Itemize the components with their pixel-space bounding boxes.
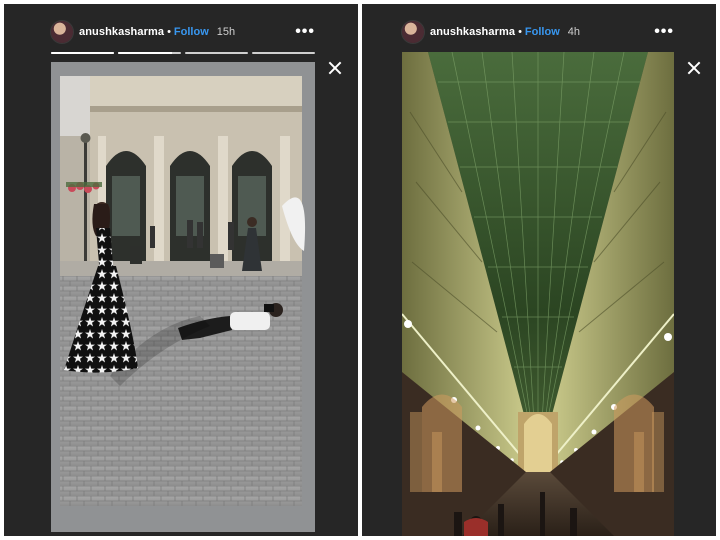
close-icon[interactable]: [686, 60, 702, 76]
progress-fill: [51, 52, 114, 54]
progress-segment: [185, 52, 248, 54]
follow-button[interactable]: Follow: [525, 26, 560, 38]
story-progress-bar: [51, 52, 315, 54]
street-photo: [51, 62, 315, 532]
username[interactable]: anushkasharma: [79, 26, 164, 38]
progress-segment: [118, 52, 181, 54]
story-header: anushkasharma • Follow 4h •••: [402, 20, 674, 44]
progress-segment: [51, 52, 114, 54]
username[interactable]: anushkasharma: [430, 26, 515, 38]
more-options-icon[interactable]: •••: [654, 24, 674, 40]
post-time: 4h: [567, 26, 580, 38]
separator-dot: •: [518, 26, 522, 38]
progress-segment: [252, 52, 315, 54]
progress-fill: [118, 52, 172, 54]
avatar[interactable]: [402, 21, 424, 43]
post-time: 15h: [216, 26, 236, 38]
follow-button[interactable]: Follow: [174, 26, 209, 38]
separator-dot: •: [167, 26, 171, 38]
arcade-photo: [402, 52, 674, 536]
story-image: [402, 52, 674, 536]
story-panel-left: anushkasharma • Follow 15h •••: [4, 4, 358, 536]
more-options-icon[interactable]: •••: [295, 24, 315, 40]
story-header: anushkasharma • Follow 15h •••: [51, 20, 315, 44]
story-panel-right: anushkasharma • Follow 4h •••: [362, 4, 716, 536]
close-icon[interactable]: [327, 60, 343, 76]
story-image: [51, 62, 315, 532]
avatar[interactable]: [51, 21, 73, 43]
